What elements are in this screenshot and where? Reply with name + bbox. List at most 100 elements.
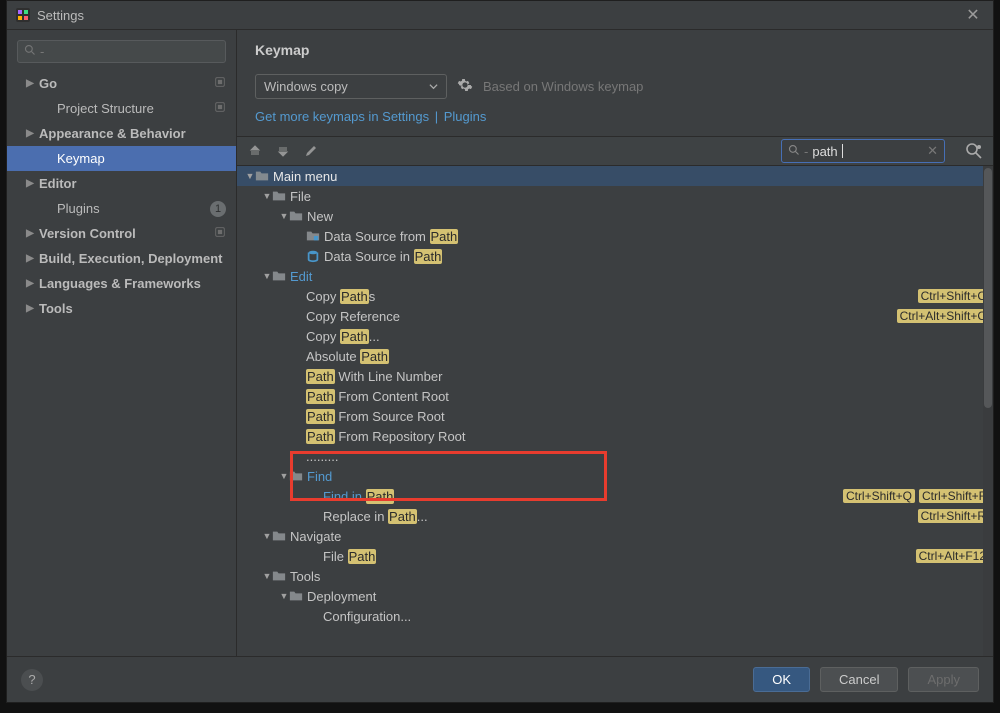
shortcut-badge: Ctrl+Shift+Q (843, 489, 915, 503)
tree-row-label: File Path (323, 549, 376, 564)
sidebar-item-label: Keymap (57, 151, 105, 166)
tree-row-label: Data Source from Path (324, 229, 458, 244)
expand-toggle-icon[interactable]: ▼ (262, 191, 272, 201)
tree-row[interactable]: Path From Repository Root (237, 426, 993, 446)
search-icon (24, 44, 36, 59)
expand-toggle-icon[interactable]: ▼ (262, 571, 272, 581)
sidebar-item-label: Plugins (57, 201, 100, 216)
tree-row[interactable]: ▼ File (237, 186, 993, 206)
folder-icon (289, 589, 303, 603)
find-shortcut-icon[interactable] (965, 142, 983, 160)
tree-row[interactable]: ▼Navigate (237, 526, 993, 546)
sidebar-item-label: Build, Execution, Deployment (39, 251, 222, 266)
tree-row-label: Tools (290, 569, 320, 584)
sidebar-item-project-structure[interactable]: Project Structure (7, 96, 236, 121)
tree-row[interactable]: Replace in Path...Ctrl+Shift+R (237, 506, 993, 526)
badge-count: 1 (210, 201, 226, 217)
sidebar-item-appearance-behavior[interactable]: ▶ Appearance & Behavior (7, 121, 236, 146)
settings-sidebar: - ▶GoProject Structure▶Appearance & Beha… (7, 30, 237, 656)
tree-row-label: Path From Source Root (306, 409, 445, 424)
shortcut-badge: Ctrl+Shift+C (918, 289, 989, 303)
sidebar-item-tools[interactable]: ▶Tools (7, 296, 236, 321)
tree-row[interactable]: Path With Line Number (237, 366, 993, 386)
expand-all-icon[interactable] (247, 143, 263, 159)
tree-row[interactable]: File Path Ctrl+Alt+F12 (237, 546, 993, 566)
tree-row[interactable]: Find in Path...Ctrl+Shift+QCtrl+Shift+F (237, 486, 993, 506)
shortcut-badges: Ctrl+Alt+F12 (916, 549, 989, 563)
sidebar-item-label: Version Control (39, 226, 136, 241)
tree-row[interactable]: ▼ Find (237, 466, 993, 486)
shortcut-badge: Ctrl+Alt+Shift+C (897, 309, 989, 323)
help-button[interactable]: ? (21, 669, 43, 691)
sidebar-item-keymap[interactable]: Keymap (7, 146, 236, 171)
chevron-right-icon: ▶ (25, 278, 35, 289)
tree-row[interactable]: Copy Paths Ctrl+Shift+C (237, 286, 993, 306)
tree-row[interactable]: ▼New (237, 206, 993, 226)
scrollbar[interactable] (983, 166, 993, 656)
expand-toggle-icon[interactable]: ▼ (279, 591, 289, 601)
close-icon[interactable]: ✕ (961, 5, 985, 25)
folder-icon (289, 209, 303, 223)
expand-toggle-icon[interactable]: ▼ (262, 531, 272, 541)
sidebar-item-plugins[interactable]: Plugins 1 (7, 196, 236, 221)
scrollbar-thumb[interactable] (984, 168, 992, 408)
sidebar-item-version-control[interactable]: ▶Version Control (7, 221, 236, 246)
gear-icon[interactable] (457, 77, 473, 96)
sidebar-search-input[interactable]: - (17, 40, 226, 63)
folder-icon (272, 529, 286, 543)
settings-main-panel: Keymap Windows copy Based on Windows key… (237, 30, 993, 656)
chevron-right-icon: ▶ (25, 128, 35, 139)
shortcut-badge: Ctrl+Shift+F (919, 489, 989, 503)
expand-toggle-icon[interactable]: ▼ (279, 471, 289, 481)
sidebar-item-build-execution-deployment[interactable]: ▶Build, Execution, Deployment (7, 246, 236, 271)
sidebar-item-editor[interactable]: ▶Editor (7, 171, 236, 196)
titlebar: Settings ✕ (7, 1, 993, 29)
clear-search-icon[interactable]: ✕ (927, 143, 938, 159)
tree-row[interactable]: Path From Content Root (237, 386, 993, 406)
tree-row-label: Find (307, 469, 332, 484)
tree-row-label: Edit (290, 269, 312, 284)
plugins-link[interactable]: Plugins (444, 109, 487, 124)
tree-row[interactable]: Copy Reference Ctrl+Alt+Shift+C (237, 306, 993, 326)
keymap-action-search-value: path (812, 144, 837, 159)
tree-row-label: Copy Paths (306, 289, 375, 304)
app-icon (15, 7, 31, 23)
tree-row[interactable]: Absolute Path (237, 346, 993, 366)
tree-row[interactable]: ▼Deployment (237, 586, 993, 606)
apply-button[interactable]: Apply (908, 667, 979, 692)
sidebar-item-languages-frameworks[interactable]: ▶ Languages & Frameworks (7, 271, 236, 296)
tree-row[interactable]: ▼Main menu (237, 166, 993, 186)
tree-row[interactable]: Path From Source Root (237, 406, 993, 426)
sidebar-item-label: Go (39, 76, 57, 91)
settings-link[interactable]: Settings (382, 109, 429, 124)
folder-icon (272, 269, 286, 283)
tree-row[interactable]: Copy Path... (237, 326, 993, 346)
sidebar-item-label: Appearance & Behavior (39, 126, 186, 141)
tree-row-label: File (290, 189, 311, 204)
sidebar-item-label: Languages & Frameworks (39, 276, 201, 291)
expand-toggle-icon[interactable]: ▼ (245, 171, 255, 181)
shortcut-badge: Ctrl+Alt+F12 (916, 549, 989, 563)
expand-toggle-icon[interactable]: ▼ (279, 211, 289, 221)
sidebar-item-label: Editor (39, 176, 77, 191)
edit-icon[interactable] (303, 143, 319, 159)
tree-row[interactable]: ▼ Tools (237, 566, 993, 586)
tree-row-label: Data Source in Path (324, 249, 442, 264)
collapse-all-icon[interactable] (275, 143, 291, 159)
expand-toggle-icon[interactable]: ▼ (262, 271, 272, 281)
tree-row[interactable]: Configuration... (237, 606, 993, 626)
sidebar-item-go[interactable]: ▶Go (7, 71, 236, 96)
ok-button[interactable]: OK (753, 667, 810, 692)
tree-row[interactable]: ......... (237, 446, 993, 466)
keymap-action-search-input[interactable]: - path ✕ (781, 139, 945, 163)
shortcut-badges: Ctrl+Shift+Q Ctrl+Shift+F (843, 489, 989, 503)
tree-row[interactable]: ▼ Edit (237, 266, 993, 286)
keymap-tree[interactable]: ▼Main menu▼File▼NewData Source from Path… (237, 166, 993, 656)
current-project-icon (214, 101, 226, 116)
search-icon (788, 144, 800, 159)
cancel-button[interactable]: Cancel (820, 667, 898, 692)
tree-row-label: Copy Reference (306, 309, 400, 324)
tree-row[interactable]: Data Source in Path (237, 246, 993, 266)
keymap-scheme-select[interactable]: Windows copy (255, 74, 447, 99)
tree-row[interactable]: Data Source from Path (237, 226, 993, 246)
